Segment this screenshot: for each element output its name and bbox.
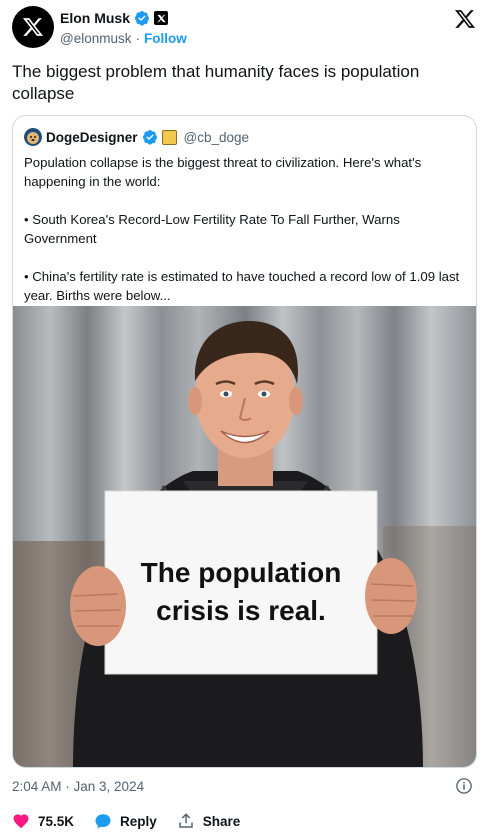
like-count: 75.5K — [38, 813, 75, 829]
separator: · — [135, 31, 140, 46]
reply-icon — [95, 814, 111, 829]
x-logo-icon[interactable] — [454, 8, 476, 30]
author-handle[interactable]: @elonmusk — [60, 31, 131, 46]
share-button[interactable]: Share — [177, 812, 241, 830]
quote-image[interactable]: The population crisis is real. — [13, 306, 476, 767]
quote-author-name: DogeDesigner — [46, 129, 138, 145]
doge-badge-icon — [161, 129, 177, 145]
sign-text-line-1: The population — [141, 557, 342, 588]
timestamp[interactable]: 2:04 AM · Jan 3, 2024 — [12, 779, 144, 794]
author-block: Elon Musk @elonmusk · Follow — [60, 9, 187, 46]
quote-line: Population collapse is the biggest threa… — [24, 155, 422, 189]
doge-avatar-icon — [24, 128, 42, 146]
quoted-tweet[interactable]: DogeDesigner @cb_doge Population collaps… — [12, 115, 477, 768]
verified-icon — [134, 11, 150, 26]
tweet-card: Elon Musk @elonmusk · Follow The biggest… — [0, 0, 492, 839]
quote-line: • South Korea's Record-Low Fertility Rat… — [24, 212, 400, 246]
share-label: Share — [202, 813, 241, 829]
x-affiliate-icon — [154, 11, 169, 25]
sign-text-line-2: crisis is real. — [156, 595, 326, 626]
x-avatar-icon[interactable] — [12, 6, 54, 48]
share-icon — [179, 813, 193, 828]
reply-button[interactable]: Reply — [94, 812, 157, 830]
heart-icon — [13, 814, 29, 829]
quote-author-handle: @cb_doge — [183, 129, 250, 145]
tweet-text: The biggest problem that humanity faces … — [12, 62, 420, 103]
quote-line: • China's fertility rate is estimated to… — [24, 269, 460, 303]
verified-icon — [142, 130, 157, 145]
info-icon[interactable] — [455, 777, 473, 795]
author-name[interactable]: Elon Musk — [60, 10, 130, 26]
reply-label: Reply — [120, 813, 157, 829]
photo-illustration: The population crisis is real. — [13, 321, 476, 767]
follow-button[interactable]: Follow — [144, 31, 187, 46]
quote-text: Population collapse is the biggest threa… — [24, 153, 464, 305]
like-button[interactable]: 75.5K — [12, 812, 74, 830]
action-bar: 75.5K Reply Share — [12, 812, 260, 830]
